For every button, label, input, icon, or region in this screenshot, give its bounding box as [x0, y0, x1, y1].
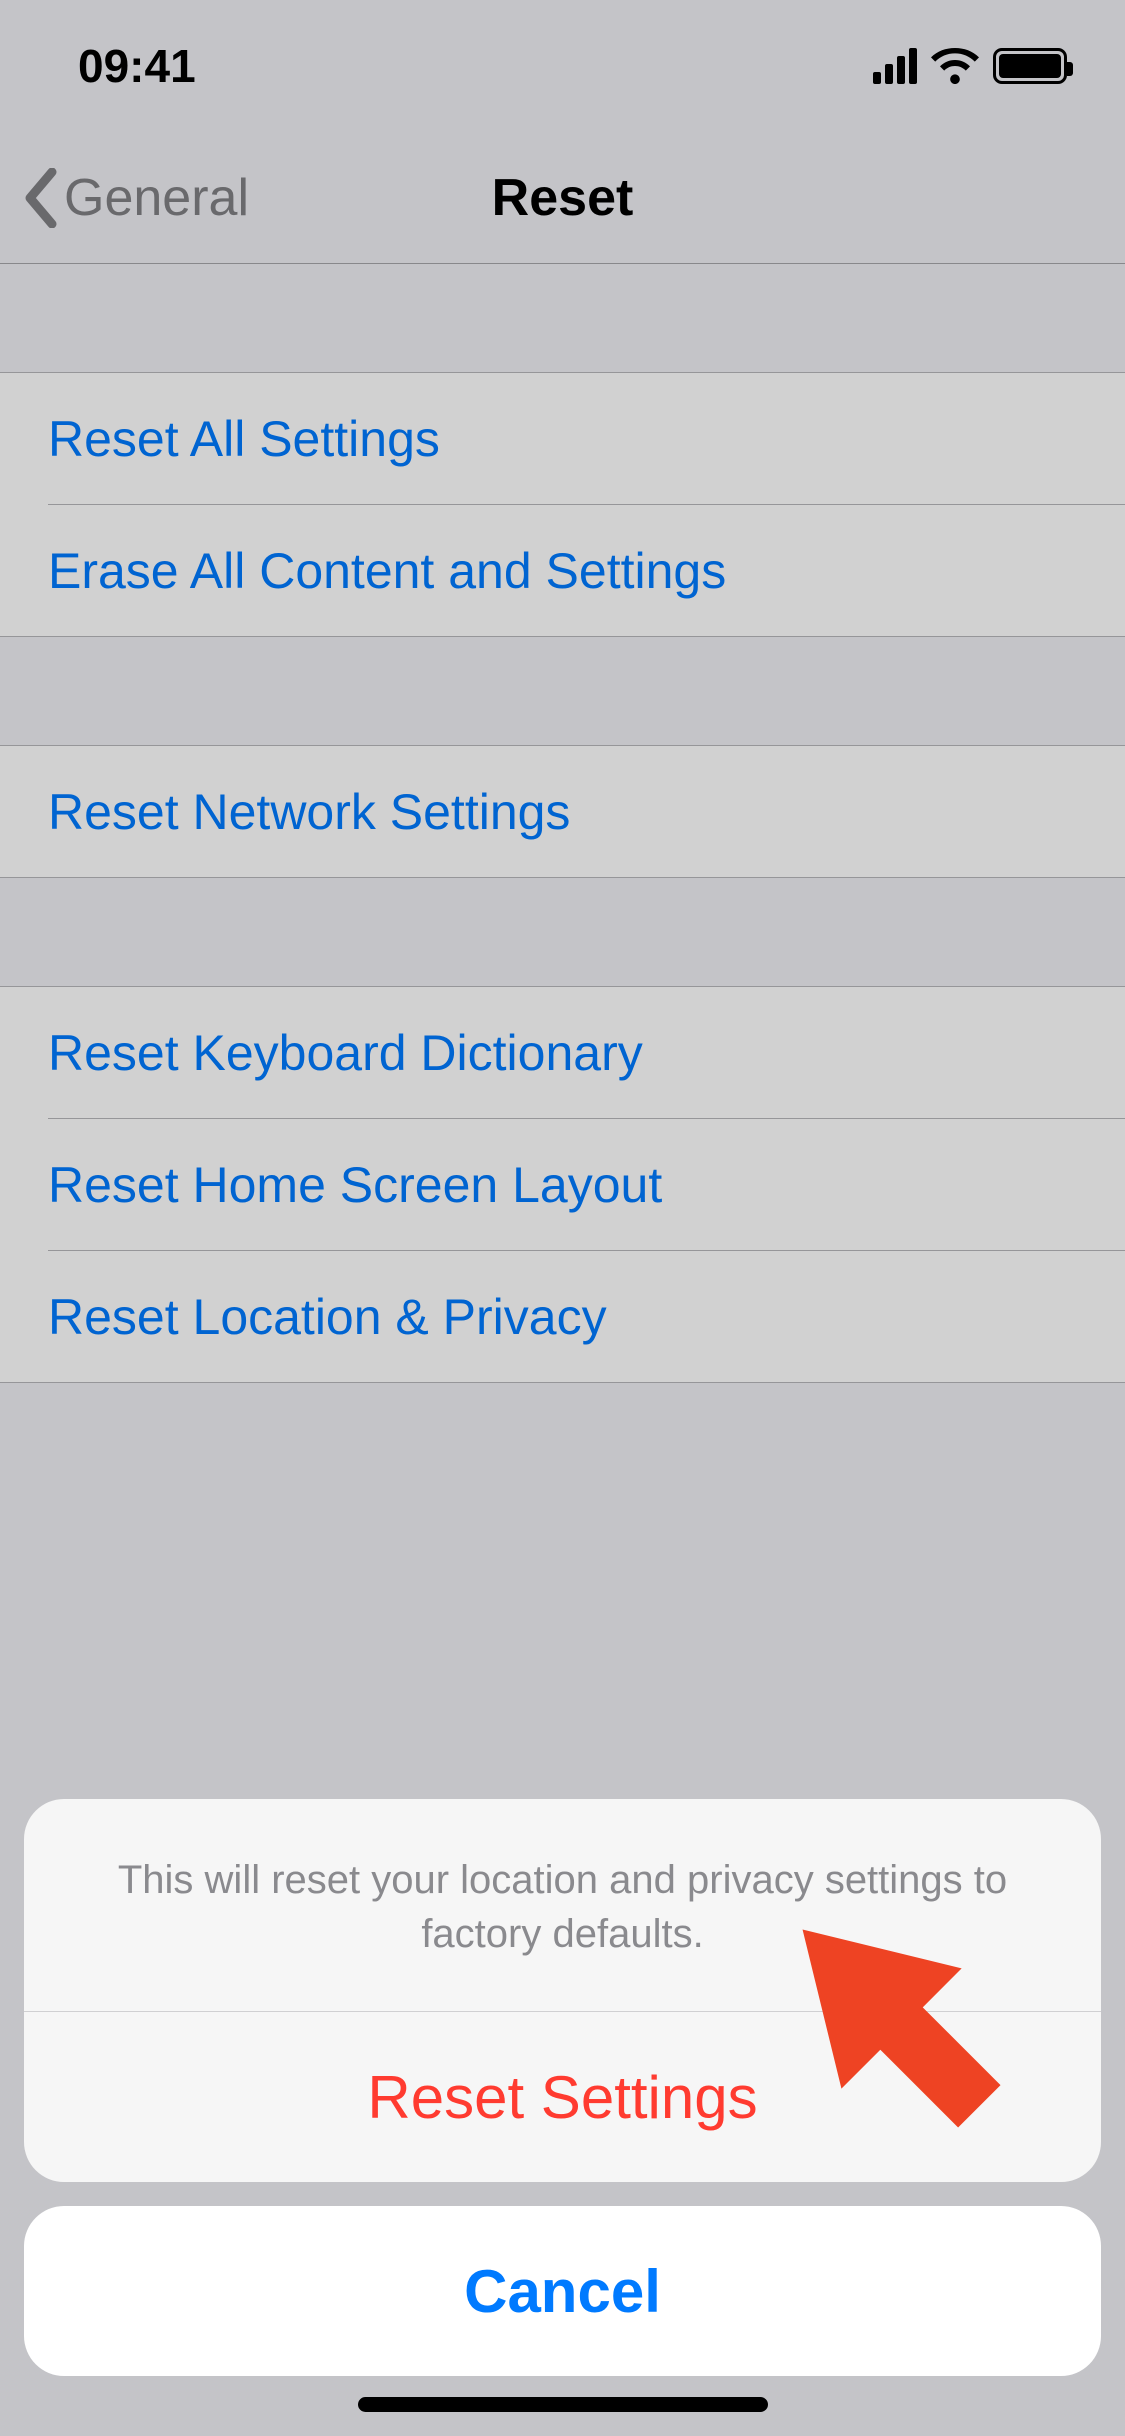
sheet-action-label: Reset Settings — [367, 2063, 757, 2132]
home-indicator — [358, 2397, 768, 2412]
action-sheet: This will reset your location and privac… — [24, 1799, 1101, 2376]
reset-settings-button[interactable]: Reset Settings — [24, 2012, 1101, 2182]
action-sheet-overlay: This will reset your location and privac… — [0, 0, 1125, 2436]
cancel-button[interactable]: Cancel — [24, 2206, 1101, 2376]
cancel-label: Cancel — [464, 2257, 661, 2326]
action-sheet-card: This will reset your location and privac… — [24, 1799, 1101, 2182]
sheet-message: This will reset your location and privac… — [24, 1799, 1101, 2012]
